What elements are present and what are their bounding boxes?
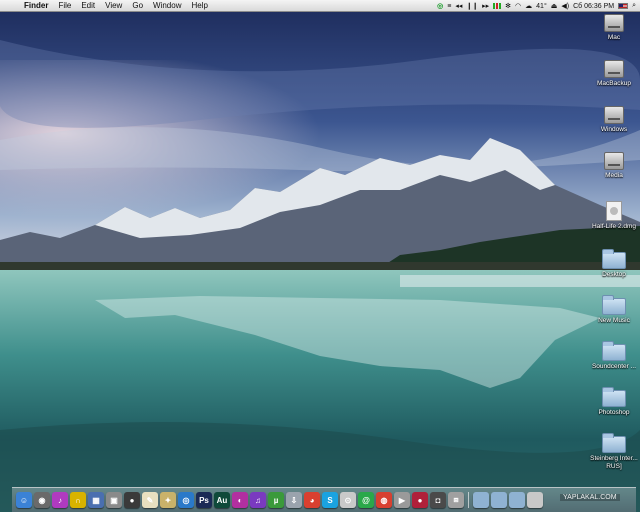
menu-go[interactable]: Go [127,1,148,10]
applications-stack-icon[interactable] [473,492,489,508]
hard-drive-icon [604,152,624,170]
folder-icon [602,341,626,361]
hard-drive-icon [604,14,624,32]
hard-drive-icon [604,60,624,78]
clock[interactable]: Сб 06:36 PM [573,3,614,10]
menu-help[interactable]: Help [186,1,212,10]
wallpaper-landscape [0,0,640,512]
disk-image-icon [606,201,622,221]
desktop-icon-label: Media [605,172,623,179]
media-next-icon[interactable]: ▸▸ [482,2,489,10]
dock-separator [468,492,469,508]
temperature-readout[interactable]: 41° [536,3,547,10]
ilife-icon[interactable]: ◐ [232,492,248,508]
menu-bar: Finder File Edit View Go Window Help ◎ ≡… [0,0,640,12]
menu-window[interactable]: Window [148,1,186,10]
desktop-icon-label: MacBackup [597,80,631,87]
downloads-stack-icon[interactable] [509,492,525,508]
folder-icon [602,433,626,453]
menu-extras: ◎ ≡ ◂◂ ❙❙ ▸▸ ✻ ◠ ☁ 41° ⏏ ◀) Сб 06:36 PM … [437,0,636,12]
desktop-icon-label: Mac [607,34,621,41]
menu-file[interactable]: File [53,1,76,10]
desktop-icon-label: Windows [600,126,628,133]
chrome-icon[interactable]: ◍ [376,492,392,508]
desktop-icon-label: Desktop [602,271,626,278]
utorrent-icon[interactable]: µ [268,492,284,508]
mail-at-icon[interactable]: @ [358,492,374,508]
desktop-drive-macbackup[interactable]: MacBackup [584,60,640,88]
desktop-file-halflife-dmg[interactable]: Half-Life 2.dmg [584,201,640,231]
itunes-icon[interactable]: ♪ [52,492,68,508]
volume-icon[interactable]: ◀) [561,2,569,10]
spotlight-icon[interactable]: ⌕ [632,2,636,10]
network-bars-icon[interactable] [493,3,502,9]
preview-icon[interactable]: ▣ [106,492,122,508]
desktop-folder-new-music[interactable]: New Music [584,295,640,325]
desktop-icon-label: Steinberg Inter... RUS] [590,455,638,470]
network-icon[interactable]: ◎ [178,492,194,508]
desktop-drive-media[interactable]: Media [584,152,640,180]
folder-icon [602,295,626,315]
growl-icon[interactable]: ◎ [437,2,443,10]
itunes-purple-icon[interactable]: ♫ [250,492,266,508]
desktop-icon-label: Photoshop [598,409,630,416]
list-icon[interactable]: ≡ [447,3,451,10]
weather-icon[interactable]: ☁ [525,2,532,10]
audition-icon[interactable]: Au [214,492,230,508]
desktop-drive-windows[interactable]: Windows [584,106,640,134]
desktop-wallpaper [0,0,640,512]
watermark: YAPLAKAL.COM [560,494,620,501]
hard-drive-icon [604,106,624,124]
magnet-icon[interactable]: ∩ [70,492,86,508]
dashboard-icon[interactable]: ◉ [34,492,50,508]
media-play-icon[interactable]: ❙❙ [466,2,478,10]
menu-view[interactable]: View [100,1,127,10]
desktop-drive-mac[interactable]: Mac [584,14,640,42]
eye-icon[interactable]: ◕ [304,492,320,508]
desktop-icon-label: New Music [598,317,630,324]
folder-icon [602,249,626,269]
desktop-icon-label: Soundcenter ... [591,363,637,370]
menu-edit[interactable]: Edit [76,1,100,10]
record-icon[interactable]: ● [412,492,428,508]
desktop-folder-photoshop[interactable]: Photoshop [584,387,640,417]
menu-app-finder[interactable]: Finder [19,1,53,10]
photoshop-icon[interactable]: Ps [196,492,212,508]
desktop-folder-desktop[interactable]: Desktop [584,249,640,279]
trash-icon[interactable] [527,492,543,508]
desktop-icon-label: Half-Life 2.dmg [591,223,637,230]
bluetooth-icon[interactable]: ✻ [505,2,511,10]
folder-icon [602,387,626,407]
notes-icon[interactable]: ✎ [142,492,158,508]
media-prev-icon[interactable]: ◂◂ [455,2,462,10]
script-icon[interactable]: ✦ [160,492,176,508]
calendar-icon[interactable]: ▦ [88,492,104,508]
wifi-icon[interactable]: ◠ [515,2,521,10]
finder-icon[interactable]: ☺ [16,492,32,508]
keychain-icon[interactable]: ⊙ [340,492,356,508]
downloads-icon[interactable]: ⇩ [286,492,302,508]
flag-us-icon[interactable] [618,3,629,9]
archive-icon[interactable]: ⧈ [448,492,464,508]
camera-icon[interactable]: ● [124,492,140,508]
dock: ☺ ◉ ♪ ∩ ▦ ▣ ● ✎ ✦ ◎ Ps Au ◐ ♫ µ ⇩ ◕ S ⊙ @ ◍ ▶ ● ◘ ⧈ [12,487,636,512]
video-icon[interactable]: ▶ [394,492,410,508]
skype-icon[interactable]: S [322,492,338,508]
documents-stack-icon[interactable] [491,492,507,508]
speaker-icon[interactable]: ◘ [430,492,446,508]
eject-icon[interactable]: ⏏ [551,2,558,10]
desktop-folder-steinberg[interactable]: Steinberg Inter... RUS] [584,433,640,471]
desktop-folder-soundcenter[interactable]: Soundcenter ... [584,341,640,371]
